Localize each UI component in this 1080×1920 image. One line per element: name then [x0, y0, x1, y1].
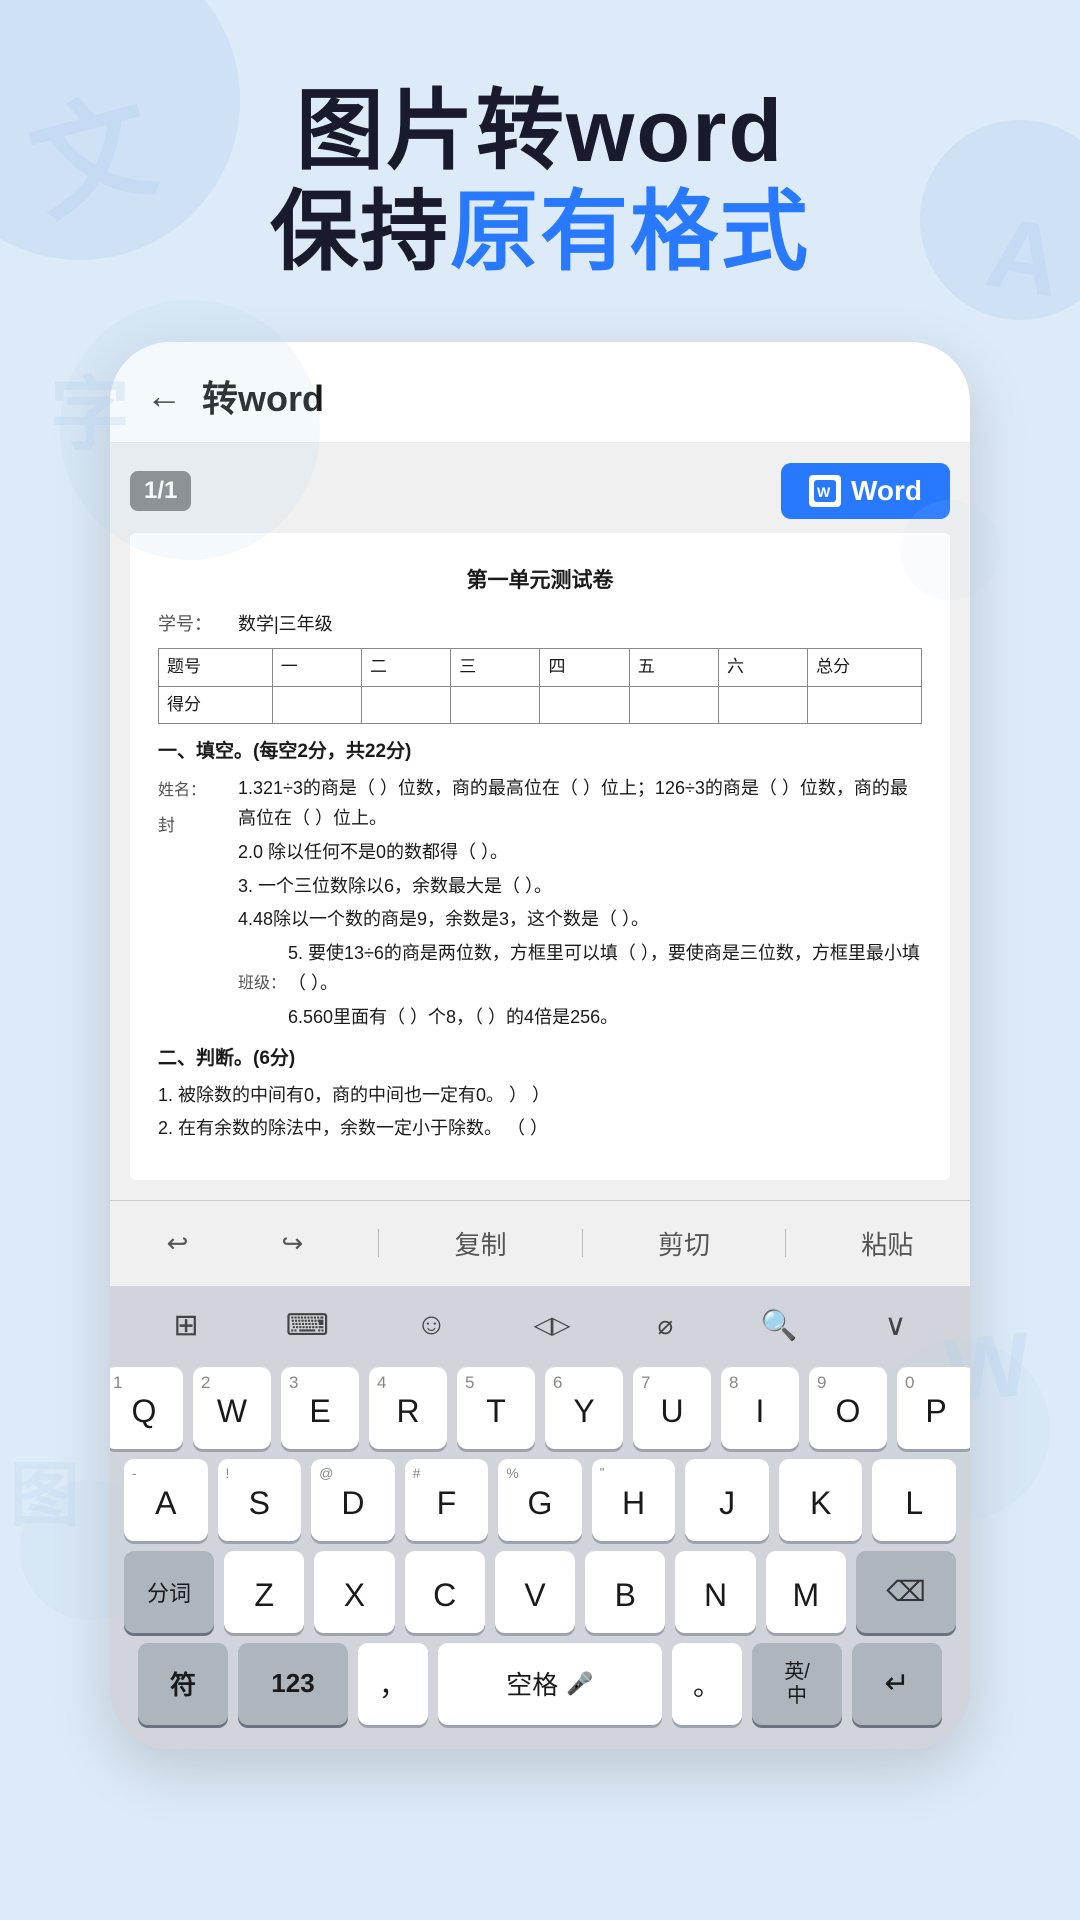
kb-split-word-btn[interactable]: 分词	[124, 1551, 214, 1633]
app-title: 转word	[202, 370, 324, 422]
section2-title: 二、判断。(6分)	[158, 1043, 922, 1075]
document-area: 1/1 W Word 第一单元测试卷 学号： 数学|三年级	[110, 443, 970, 1200]
kb-search-btn[interactable]: 🔍	[746, 1300, 811, 1351]
word-icon: W	[809, 475, 841, 507]
kb-enter-button[interactable]: ↵	[852, 1643, 942, 1725]
kb-cursor-btn[interactable]: ◁▷	[520, 1303, 585, 1348]
kb-key-r[interactable]: 4R	[369, 1367, 447, 1449]
app-header: ← 转word	[110, 342, 970, 443]
doc-title: 第一单元测试卷	[158, 563, 922, 599]
kb-key-f[interactable]: #F	[405, 1459, 489, 1541]
kb-row1: 1Q 2W 3E 4R 5T 6Y 7U 8I 9O 0P	[124, 1367, 956, 1449]
kb-key-j[interactable]: J	[685, 1459, 769, 1541]
kb-lang-button[interactable]: 英/中	[752, 1643, 842, 1725]
kb-key-o[interactable]: 9O	[809, 1367, 887, 1449]
kb-dot-button[interactable]: 。	[672, 1643, 742, 1725]
kb-top-row: ⊞ ⌨ ☺ ◁▷ ⌀ 🔍 ∨	[110, 1286, 970, 1361]
kb-bottom-row: 符 123 ， 空格 🎤 。 英/中 ↵	[124, 1643, 956, 1725]
kb-key-m[interactable]: M	[766, 1551, 846, 1633]
phone-container: ← 转word 1/1 W Word 第一	[0, 342, 1080, 1749]
kb-delete-button[interactable]: ⌫	[856, 1551, 956, 1633]
header-line2-blue: 原有格式	[450, 182, 810, 281]
kb-key-b[interactable]: B	[585, 1551, 665, 1633]
kb-key-l[interactable]: L	[872, 1459, 956, 1541]
q2: 2.0 除以任何不是0的数都得（ ）。	[238, 837, 922, 868]
back-button[interactable]: ←	[146, 375, 182, 417]
word-export-button[interactable]: W Word	[781, 463, 950, 519]
header-line1: 图片转word	[60, 80, 1020, 181]
q6: 6.560里面有（ ）个8，（ ）的4倍是256。	[288, 1002, 922, 1033]
q3: 3. 一个三位数除以6，余数最大是（ ）。	[238, 871, 922, 902]
kb-space-button[interactable]: 空格 🎤	[438, 1643, 662, 1725]
xingming-label: 姓名：	[158, 777, 206, 804]
section2: 二、判断。(6分) 1. 被除数的中间有0，商的中间也一定有0。 ） ） 2. …	[158, 1043, 922, 1143]
kb-key-x[interactable]: X	[314, 1551, 394, 1633]
kb-key-e[interactable]: 3E	[281, 1367, 359, 1449]
section1: 一、填空。(每空2分，共22分) 姓名： 封 1.321÷3的商是（ ）位数，商…	[158, 736, 922, 1035]
kb-key-s[interactable]: !S	[218, 1459, 302, 1541]
j2: 2. 在有余数的除法中，余数一定小于除数。 （ ）	[158, 1113, 922, 1144]
header-section: 图片转word 保持原有格式	[0, 0, 1080, 322]
kb-key-n[interactable]: N	[675, 1551, 755, 1633]
kb-row3: 分词 Z X C V B N M ⌫	[124, 1551, 956, 1633]
kb-rows: 1Q 2W 3E 4R 5T 6Y 7U 8I 9O 0P -A !S @D #…	[110, 1361, 970, 1749]
header-line2: 保持原有格式	[60, 181, 1020, 282]
document-page[interactable]: 第一单元测试卷 学号： 数学|三年级 题号 一 二 三 四 五 六 总	[130, 533, 950, 1180]
header-line2-prefix: 保持	[270, 182, 450, 281]
kb-link-btn[interactable]: ⌀	[644, 1302, 688, 1349]
copy-button[interactable]: 复制	[437, 1219, 525, 1268]
kb-key-k[interactable]: K	[779, 1459, 863, 1541]
kb-key-v[interactable]: V	[495, 1551, 575, 1633]
toolbar-divider1	[378, 1229, 379, 1257]
phone-mockup: ← 转word 1/1 W Word 第一	[110, 342, 970, 1749]
q4: 4.48除以一个数的商是9，余数是3，这个数是（ ）。	[238, 904, 922, 935]
kb-sym-button[interactable]: 符	[138, 1643, 228, 1725]
space-label: 空格	[506, 1665, 558, 1702]
kb-key-h[interactable]: "H	[592, 1459, 676, 1541]
cut-button[interactable]: 剪切	[640, 1219, 728, 1268]
toolbar-divider3	[785, 1229, 786, 1257]
kb-key-a[interactable]: -A	[124, 1459, 208, 1541]
section1-content: 姓名： 封 1.321÷3的商是（ ）位数，商的最高位在（ ）位上；126÷3的…	[158, 773, 922, 1036]
keyboard: ⊞ ⌨ ☺ ◁▷ ⌀ 🔍 ∨ 1Q 2W 3E 4R 5T 6Y 7U	[110, 1286, 970, 1749]
kb-grid-btn[interactable]: ⊞	[160, 1300, 213, 1351]
toolbar-divider2	[582, 1229, 583, 1257]
kb-key-i[interactable]: 8I	[721, 1367, 799, 1449]
kb-key-w[interactable]: 2W	[193, 1367, 271, 1449]
banji-label: 班级：	[238, 970, 286, 997]
word-button-label: Word	[851, 475, 922, 507]
kb-keyboard-btn[interactable]: ⌨	[272, 1300, 343, 1351]
q5: 5. 要使13÷6的商是两位数，方框里可以填（ ），要使商是三位数，方框里最小填…	[288, 938, 922, 999]
xuehao-label: 学号：	[158, 609, 238, 640]
j1: 1. 被除数的中间有0，商的中间也一定有0。 ） ）	[158, 1080, 922, 1111]
score-table: 题号 一 二 三 四 五 六 总分 得分	[158, 648, 922, 725]
kb-emoji-btn[interactable]: ☺	[402, 1300, 461, 1350]
paste-button[interactable]: 粘贴	[843, 1219, 931, 1268]
kb-123-button[interactable]: 123	[238, 1643, 348, 1725]
doc-toolbar: 1/1 W Word	[130, 463, 950, 519]
section1-title: 一、填空。(每空2分，共22分)	[158, 736, 922, 768]
kb-row2: -A !S @D #F %G "H J K L	[124, 1459, 956, 1541]
kb-key-p[interactable]: 0P	[897, 1367, 970, 1449]
kb-key-t[interactable]: 5T	[457, 1367, 535, 1449]
q1: 1.321÷3的商是（ ）位数，商的最高位在（ ）位上；126÷3的商是（ ）位…	[238, 773, 922, 834]
kb-key-d[interactable]: @D	[311, 1459, 395, 1541]
kb-collapse-btn[interactable]: ∨	[871, 1300, 921, 1351]
kb-key-g[interactable]: %G	[498, 1459, 582, 1541]
svg-text:W: W	[817, 484, 831, 500]
xuehao-val: 数学|三年级	[238, 609, 333, 640]
kb-key-u[interactable]: 7U	[633, 1367, 711, 1449]
redo-button[interactable]: ↪	[264, 1222, 322, 1265]
kb-key-q[interactable]: 1Q	[110, 1367, 183, 1449]
page-indicator: 1/1	[130, 471, 191, 511]
kb-key-c[interactable]: C	[405, 1551, 485, 1633]
edit-toolbar: ↩ ↪ 复制 剪切 粘贴	[110, 1200, 970, 1286]
kb-key-y[interactable]: 6Y	[545, 1367, 623, 1449]
kb-comma-button[interactable]: ，	[358, 1643, 428, 1725]
mic-icon: 🎤	[566, 1671, 593, 1697]
xingming-val: 封	[158, 812, 175, 841]
kb-key-z[interactable]: Z	[224, 1551, 304, 1633]
undo-button[interactable]: ↩	[149, 1222, 207, 1265]
